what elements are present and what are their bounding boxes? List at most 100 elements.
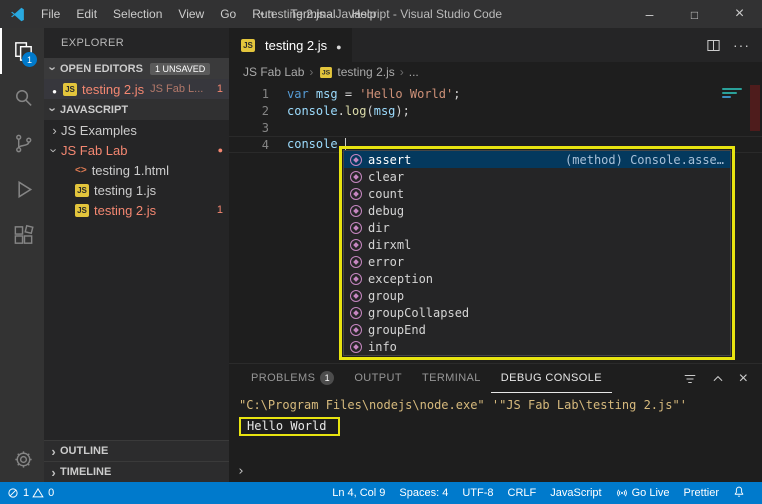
editor-tab-bar: testing 2.js <box>229 28 762 62</box>
split-editor-icon[interactable] <box>706 38 721 53</box>
close-button[interactable] <box>717 0 762 28</box>
suggest-item-dirxml[interactable]: dirxml <box>344 236 730 253</box>
suggest-item-groupCollapsed[interactable]: groupCollapsed <box>344 304 730 321</box>
status-ln-4-col-9[interactable]: Ln 4, Col 9 <box>325 487 392 499</box>
method-icon <box>350 272 362 285</box>
more-actions-icon[interactable] <box>733 37 750 53</box>
file-label: testing 1.js <box>94 182 157 198</box>
suggest-item-debug[interactable]: debug <box>344 202 730 219</box>
status-prettier[interactable]: Prettier <box>677 487 726 499</box>
menu-view[interactable]: View <box>170 0 212 28</box>
js-file-icon <box>75 203 89 217</box>
status-utf-8[interactable]: UTF-8 <box>455 487 500 499</box>
status-javascript[interactable]: JavaScript <box>543 487 608 499</box>
status-crlf[interactable]: CRLF <box>501 487 544 499</box>
explorer-activity-button[interactable]: 1 <box>0 28 44 74</box>
status-spaces-4[interactable]: Spaces: 4 <box>392 487 455 499</box>
bell-icon <box>734 486 744 497</box>
code-line-2[interactable]: 2 console.log(msg); <box>229 102 762 119</box>
debug-console-input[interactable] <box>229 464 762 482</box>
go-live-label: Go Live <box>631 487 670 499</box>
tree-item-testing-1-js[interactable]: testing 1.js <box>44 180 229 200</box>
suggest-item-error[interactable]: error <box>344 253 730 270</box>
run-debug-icon <box>17 180 32 198</box>
tree-item-testing-2-js[interactable]: testing 2.js 1 <box>44 200 229 220</box>
chevron-up-icon[interactable] <box>711 372 725 386</box>
menu-file[interactable]: File <box>33 0 68 28</box>
filter-icon[interactable] <box>683 372 697 386</box>
tree-item-testing-1-html[interactable]: testing 1.html <box>44 160 229 180</box>
minimize-button[interactable] <box>627 0 672 28</box>
scrollbar-error-marker[interactable] <box>750 85 760 131</box>
warning-icon <box>32 487 44 498</box>
search-activity-button[interactable] <box>0 74 44 120</box>
tree-item-js-fab-lab[interactable]: JS Fab Lab <box>44 140 229 160</box>
source-control-icon <box>15 134 31 152</box>
breadcrumb-file[interactable]: testing 2.js <box>337 65 394 79</box>
suggest-label: count <box>368 186 405 201</box>
panel-tab-problems[interactable]: PROBLEMS 1 <box>241 364 344 393</box>
open-editors-header[interactable]: OPEN EDITORS 1 UNSAVED <box>44 58 229 79</box>
outline-section-header[interactable]: OUTLINE <box>44 440 229 461</box>
method-icon <box>350 221 362 234</box>
suggest-item-clear[interactable]: clear <box>344 168 730 185</box>
explorer-badge: 1 <box>22 52 37 67</box>
method-icon <box>350 323 362 336</box>
activity-bar: 1 <box>0 28 44 482</box>
line-number: 3 <box>261 120 269 135</box>
suggest-item-groupEnd[interactable]: groupEnd <box>344 321 730 338</box>
open-editor-item[interactable]: testing 2.js JS Fab L... 1 <box>44 79 229 99</box>
source-control-activity-button[interactable] <box>0 120 44 166</box>
timeline-section-header[interactable]: TIMELINE <box>44 461 229 482</box>
suggest-label: dir <box>368 220 390 235</box>
minimap[interactable] <box>720 86 746 100</box>
suggest-label: clear <box>368 169 405 184</box>
line-number: 4 <box>261 137 269 152</box>
code-line-3[interactable]: 3 <box>229 119 762 136</box>
extensions-activity-button[interactable] <box>0 212 44 258</box>
panel-close-icon[interactable] <box>739 370 748 388</box>
file-label: testing 1.html <box>91 162 170 178</box>
chevron-down-icon <box>47 61 60 76</box>
menu-edit[interactable]: Edit <box>68 0 105 28</box>
panel-tabs: PROBLEMS 1 OUTPUT TERMINAL DEBUG CONSOLE <box>241 364 612 393</box>
panel-tab-debug-console[interactable]: DEBUG CONSOLE <box>490 364 612 393</box>
suggest-item-exception[interactable]: exception <box>344 270 730 287</box>
maximize-button[interactable] <box>672 0 717 28</box>
suggest-item-assert[interactable]: assert (method) Console.asse… <box>344 151 730 168</box>
panel-tab-output[interactable]: OUTPUT <box>344 364 412 393</box>
method-icon <box>350 306 362 319</box>
line-number: 1 <box>261 86 269 101</box>
tree-item-js-examples[interactable]: JS Examples <box>44 120 229 140</box>
file-label: testing 2.js <box>94 202 157 218</box>
status-go-live[interactable]: Go Live <box>609 487 677 499</box>
run-debug-activity-button[interactable] <box>0 166 44 212</box>
suggest-item-count[interactable]: count <box>344 185 730 202</box>
suggest-item-dir[interactable]: dir <box>344 219 730 236</box>
debug-console-content[interactable]: "C:\Program Files\nodejs\node.exe" '"JS … <box>229 393 762 482</box>
panel-tab-terminal[interactable]: TERMINAL <box>412 364 491 393</box>
extensions-icon <box>14 224 34 244</box>
folder-label: JS Examples <box>61 122 137 138</box>
notifications-bell-button[interactable] <box>726 486 752 501</box>
status-right: Ln 4, Col 9 Spaces: 4 UTF-8 CRLF JavaScript … <box>325 486 752 501</box>
open-editors-label: OPEN EDITORS <box>60 62 143 75</box>
problems-summary[interactable]: 1 0 <box>7 487 54 499</box>
chevron-right-icon <box>48 123 61 138</box>
code-line-1[interactable]: 1 var msg = 'Hello World'; <box>229 85 762 102</box>
breadcrumb-symbol[interactable]: ... <box>409 65 419 79</box>
tab-testing-2-js[interactable]: testing 2.js <box>229 28 352 62</box>
chevron-right-icon <box>47 465 60 480</box>
menu-selection[interactable]: Selection <box>105 0 170 28</box>
suggest-label: debug <box>368 203 405 218</box>
suggest-item-group[interactable]: group <box>344 287 730 304</box>
js-file-icon <box>320 66 333 78</box>
folder-label: JS Fab Lab <box>61 142 128 158</box>
breadcrumb-folder[interactable]: JS Fab Lab <box>243 65 304 79</box>
settings-button[interactable] <box>0 436 44 482</box>
workspace-section-header[interactable]: JAVASCRIPT <box>44 99 229 120</box>
suggest-item-info[interactable]: info <box>344 338 730 355</box>
menu-go[interactable]: Go <box>212 0 244 28</box>
breadcrumb[interactable]: JS Fab Lab testing 2.js ... <box>229 62 762 82</box>
modified-dot-icon <box>48 82 61 97</box>
